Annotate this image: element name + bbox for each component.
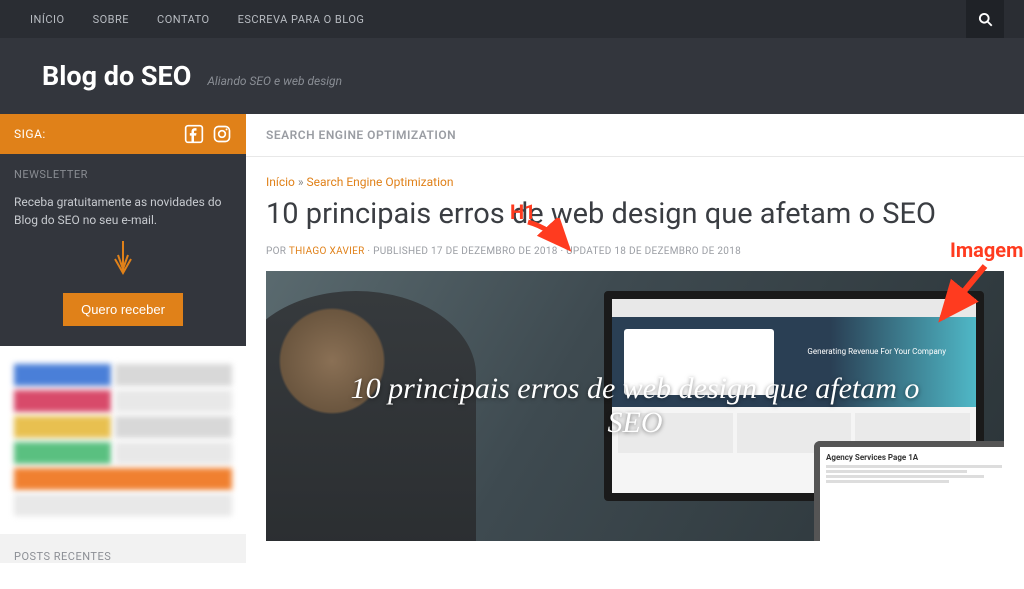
meta-author[interactable]: THIAGO XAVIER (289, 246, 365, 257)
newsletter-heading: NEWSLETTER (14, 168, 232, 181)
article-meta: POR THIAGO XAVIER · PUBLISHED 17 DE DEZE… (266, 246, 1004, 257)
main-content: SEARCH ENGINE OPTIMIZATION Início » Sear… (246, 114, 1024, 563)
article: Início » Search Engine Optimization 10 p… (246, 157, 1024, 541)
newsletter-text: Receba gratuitamente as novidades do Blo… (14, 193, 232, 229)
laptop-illustration: Agency Services Page 1A (814, 441, 1004, 541)
top-nav: INÍCIO SOBRE CONTATO ESCREVA PARA O BLOG (30, 13, 364, 26)
featured-image: Generating Revenue For Your Company Agen… (266, 271, 1004, 541)
nav-contato[interactable]: CONTATO (157, 13, 210, 26)
subscribe-button[interactable]: Quero receber (63, 293, 183, 326)
sidebar: SIGA: NEWSLETTER Receba gratuitamente as… (0, 114, 246, 563)
recent-posts-heading: POSTS RECENTES (0, 534, 246, 563)
monitor-headline: Generating Revenue For Your Company (807, 347, 946, 357)
top-bar: INÍCIO SOBRE CONTATO ESCREVA PARA O BLOG (0, 0, 1024, 38)
nav-escreva[interactable]: ESCREVA PARA O BLOG (238, 13, 365, 26)
breadcrumb-home[interactable]: Início (266, 175, 295, 189)
instagram-icon[interactable] (212, 124, 232, 144)
follow-label: SIGA: (14, 127, 46, 141)
newsletter-widget: NEWSLETTER Receba gratuitamente as novid… (0, 154, 246, 346)
site-tagline: Aliando SEO e web design (207, 74, 342, 88)
meta-by: POR (266, 246, 289, 257)
site-title[interactable]: Blog do SEO (42, 60, 191, 92)
meta-dates: · PUBLISHED 17 DE DEZEMBRO DE 2018 · UPD… (365, 246, 741, 257)
hero-overlay-text: 10 principais erros de web design que af… (340, 372, 930, 440)
ad-widget[interactable] (0, 346, 246, 534)
breadcrumb-current[interactable]: Search Engine Optimization (306, 175, 453, 189)
search-button[interactable] (966, 0, 1004, 38)
site-header: Blog do SEO Aliando SEO e web design (0, 38, 1024, 114)
facebook-icon[interactable] (184, 124, 204, 144)
nav-sobre[interactable]: SOBRE (93, 13, 129, 26)
breadcrumb-sep: » (295, 175, 307, 189)
search-icon (978, 12, 993, 27)
breadcrumb: Início » Search Engine Optimization (266, 175, 1004, 189)
category-bar: SEARCH ENGINE OPTIMIZATION (246, 114, 1024, 157)
nav-inicio[interactable]: INÍCIO (30, 13, 65, 26)
follow-bar: SIGA: (0, 114, 246, 154)
arrow-down-icon (14, 239, 232, 287)
laptop-title: Agency Services Page 1A (826, 453, 1002, 462)
article-title: 10 principais erros de web design que af… (266, 197, 1004, 232)
